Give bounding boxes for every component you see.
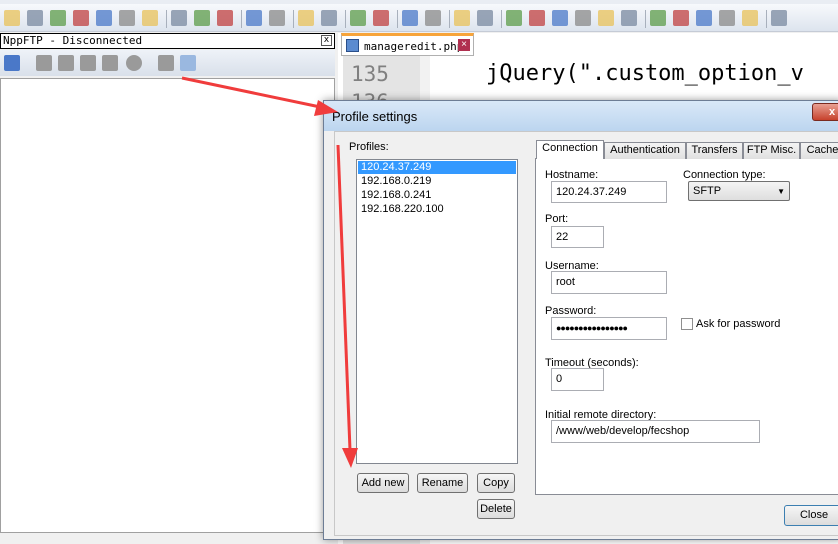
replace-icon[interactable]: [321, 10, 337, 26]
upload-icon[interactable]: [80, 55, 96, 71]
message-window-icon[interactable]: [180, 55, 196, 71]
show-all-chars-icon[interactable]: [477, 10, 493, 26]
run-macro-multiple-icon[interactable]: [719, 10, 735, 26]
download-icon[interactable]: [58, 55, 74, 71]
profile-item[interactable]: 192.168.0.241: [358, 189, 516, 202]
toolbar-separator: [345, 10, 346, 28]
code-line[interactable]: jQuery(".custom_option_v: [486, 61, 804, 86]
toolbar-separator: [293, 10, 294, 28]
dialog-titlebar: Profile settings x: [324, 101, 838, 131]
monitoring-icon[interactable]: [621, 10, 637, 26]
timeout-input[interactable]: 0: [551, 368, 604, 391]
tab-transfers[interactable]: Transfers: [686, 142, 743, 159]
abort-icon[interactable]: [126, 55, 142, 71]
save-macro-icon[interactable]: [742, 10, 758, 26]
rename-button[interactable]: Rename: [417, 473, 468, 493]
close-icon[interactable]: [96, 10, 112, 26]
toolbar-separator: [241, 10, 242, 28]
close-icon[interactable]: x: [321, 35, 332, 46]
remote-directory-input[interactable]: /www/web/develop/fecshop: [551, 420, 760, 443]
profile-item[interactable]: 192.168.220.100: [358, 203, 516, 216]
paste-icon[interactable]: [217, 10, 233, 26]
tab-authentication[interactable]: Authentication: [604, 142, 686, 159]
nppftp-icon[interactable]: [771, 10, 787, 26]
doc-map-icon[interactable]: [552, 10, 568, 26]
undo-icon[interactable]: [246, 10, 262, 26]
print-icon[interactable]: [142, 10, 158, 26]
copy-icon[interactable]: [194, 10, 210, 26]
main-toolbar: [0, 4, 838, 32]
toolbar-separator: [397, 10, 398, 28]
find-icon[interactable]: [298, 10, 314, 26]
toolbar-separator: [645, 10, 646, 28]
close-all-icon[interactable]: [119, 10, 135, 26]
password-input[interactable]: ●●●●●●●●●●●●●●●●: [551, 317, 667, 340]
close-icon[interactable]: x: [812, 103, 838, 121]
port-input[interactable]: 22: [551, 226, 604, 248]
open-file-icon[interactable]: [27, 10, 43, 26]
delete-button[interactable]: Delete: [477, 499, 515, 519]
disconnect-icon[interactable]: [36, 55, 52, 71]
cut-icon[interactable]: [171, 10, 187, 26]
toolbar-separator: [166, 10, 167, 28]
save-icon[interactable]: [50, 10, 66, 26]
ftp-file-tree[interactable]: [0, 78, 335, 533]
ftp-panel-title: NppFTP - Disconnected x: [0, 33, 335, 49]
settings-icon[interactable]: [158, 55, 174, 71]
new-file-icon[interactable]: [4, 10, 20, 26]
redo-icon[interactable]: [269, 10, 285, 26]
toolbar-separator: [449, 10, 450, 28]
word-wrap-icon[interactable]: [454, 10, 470, 26]
indent-guide-icon[interactable]: [506, 10, 522, 26]
zoom-in-icon[interactable]: [350, 10, 366, 26]
folder-workspace-icon[interactable]: [598, 10, 614, 26]
tab-connection[interactable]: Connection: [536, 140, 604, 159]
hostname-input[interactable]: 120.24.37.249: [551, 181, 667, 203]
connection-type-select[interactable]: SFTP ▼: [688, 181, 790, 201]
toolbar-separator: [501, 10, 502, 28]
file-saved-icon: [346, 39, 359, 52]
profile-item[interactable]: 192.168.0.219: [358, 175, 516, 188]
stop-macro-icon[interactable]: [673, 10, 689, 26]
record-macro-icon[interactable]: [650, 10, 666, 26]
sync-horizontal-icon[interactable]: [425, 10, 441, 26]
profiles-list[interactable]: 120.24.37.249 192.168.0.219 192.168.0.241 1…: [356, 159, 518, 464]
sync-vertical-icon[interactable]: [402, 10, 418, 26]
play-macro-icon[interactable]: [696, 10, 712, 26]
username-input[interactable]: root: [551, 271, 667, 294]
refresh-icon[interactable]: [102, 55, 118, 71]
tab-cache[interactable]: Cache: [800, 142, 838, 159]
chevron-down-icon: ▼: [777, 187, 785, 196]
ask-password-checkbox[interactable]: [681, 318, 693, 330]
save-all-icon[interactable]: [73, 10, 89, 26]
tab-ftp-misc[interactable]: FTP Misc.: [743, 142, 800, 159]
connect-icon[interactable]: [4, 55, 20, 71]
close-button[interactable]: Close: [784, 505, 838, 526]
close-tab-icon[interactable]: ×: [458, 39, 470, 51]
add-new-button[interactable]: Add new: [357, 473, 409, 493]
user-language-icon[interactable]: [529, 10, 545, 26]
copy-button[interactable]: Copy: [477, 473, 515, 493]
zoom-out-icon[interactable]: [373, 10, 389, 26]
toolbar-separator: [766, 10, 767, 28]
function-list-icon[interactable]: [575, 10, 591, 26]
ftp-toolbar: [0, 50, 335, 76]
editor-tab[interactable]: manageredit.php ×: [341, 33, 474, 56]
profile-item[interactable]: 120.24.37.249: [358, 161, 516, 174]
